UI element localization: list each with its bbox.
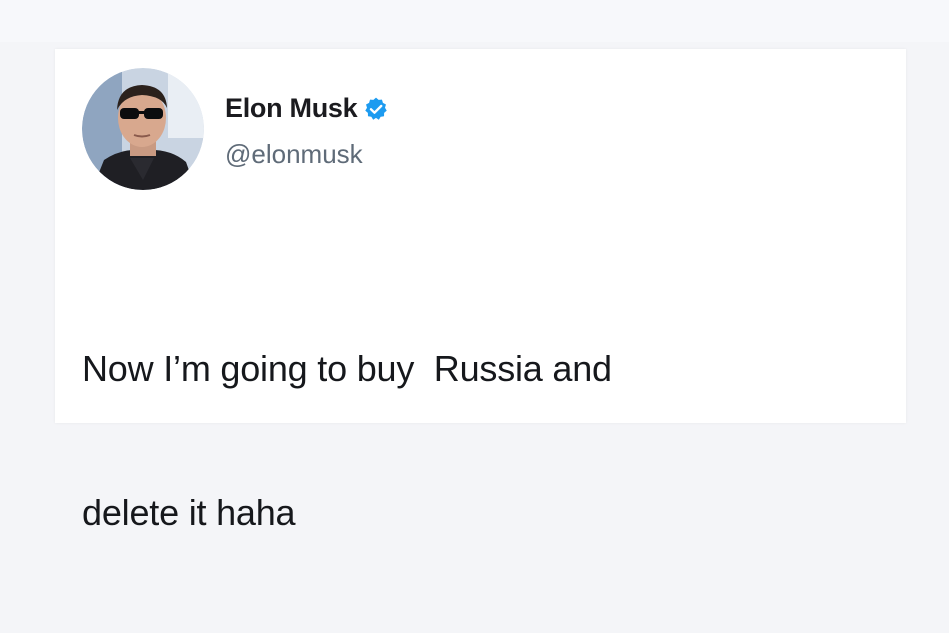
tweet-text-line-1: Now I’m going to buy Russia and: [82, 348, 612, 389]
top-background-band: [0, 0, 949, 42]
verified-badge-icon: [365, 97, 388, 120]
author-name-row: Elon Musk: [225, 93, 389, 124]
profile-avatar[interactable]: [82, 68, 204, 190]
tweet-card: Elon Musk @elonmusk Now I’m going to buy…: [55, 49, 906, 533]
tweet-text: Now I’m going to buy Russia and delete i…: [82, 249, 872, 633]
author-handle[interactable]: @elonmusk: [225, 139, 363, 170]
tweet-text-line-2: delete it haha: [82, 492, 296, 533]
author-display-name[interactable]: Elon Musk: [225, 93, 358, 124]
